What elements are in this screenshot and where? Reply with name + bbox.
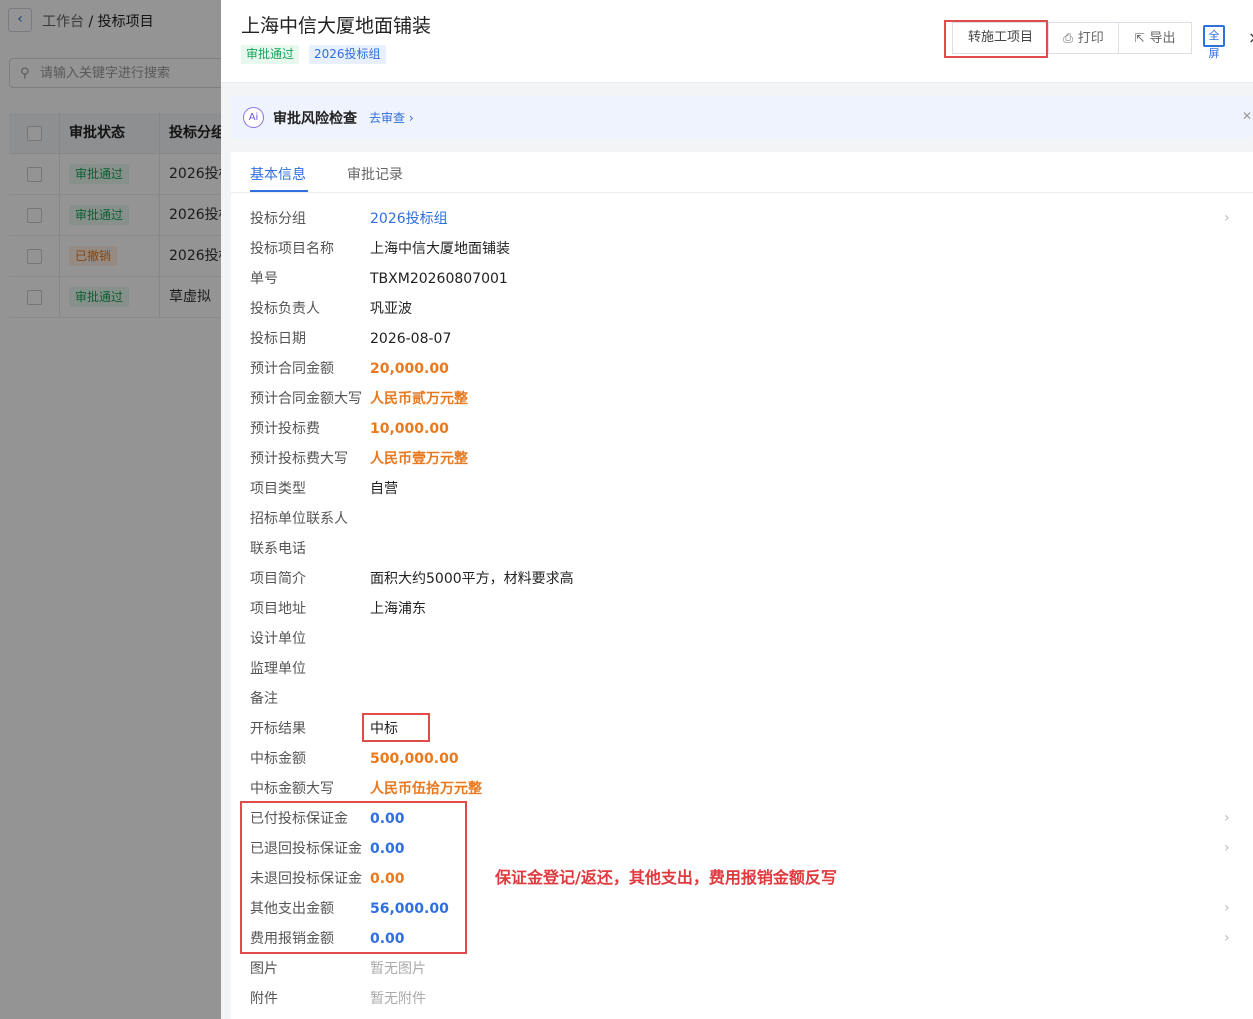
page-title: 上海中信大厦地面铺装 — [241, 15, 432, 37]
fullscreen-label: 全屏 — [1208, 29, 1220, 60]
field-row: 附件 暂无附件 — [250, 984, 1240, 1014]
field-row: 图片 暂无图片 — [250, 954, 1240, 984]
field-value: 20,000.00 — [370, 361, 449, 377]
field-row: 投标项目名称 上海中信大厦地面铺装 — [250, 234, 1240, 264]
highlight-box-convert — [944, 20, 1048, 58]
close-icon[interactable]: ✕ — [1242, 109, 1252, 123]
field-value: 人民币壹万元整 — [370, 451, 468, 467]
detail-drawer: 上海中信大厦地面铺装 审批通过 2026投标组 转施工项目 ⎙ 打印 ⇱ 导出 全屏… — [221, 0, 1253, 1019]
field-value: 巩亚波 — [370, 301, 412, 317]
field-label: 预计合同金额 — [250, 361, 334, 377]
field-row: 项目类型 自营 — [250, 474, 1240, 504]
annotation-text: 保证金登记/返还，其他支出，费用报销金额反写 — [495, 868, 837, 887]
chevron-right-icon: › — [1224, 900, 1230, 916]
field-label: 投标负责人 — [250, 301, 320, 317]
field-value: 10,000.00 — [370, 421, 449, 437]
field-row: 中标金额大写 人民币伍拾万元整 — [250, 774, 1240, 804]
field-label: 监理单位 — [250, 661, 306, 677]
field-row: 联系电话 — [250, 534, 1240, 564]
field-label: 项目类型 — [250, 481, 306, 497]
field-label: 投标日期 — [250, 331, 306, 347]
export-icon: ⇱ — [1134, 31, 1145, 45]
field-row: 预计投标费大写 人民币壹万元整 — [250, 444, 1240, 474]
highlight-box-deposit-group — [240, 801, 467, 954]
field-row: 项目简介 面积大约5000平方，材料要求高 — [250, 564, 1240, 594]
field-label: 预计投标费 — [250, 421, 320, 437]
field-row: 单号 TBXM20260807001 — [250, 264, 1240, 294]
field-label: 中标金额 — [250, 751, 306, 767]
print-button[interactable]: ⎙ 打印 — [1048, 22, 1119, 54]
field-label: 项目简介 — [250, 571, 306, 587]
field-label: 设计单位 — [250, 631, 306, 647]
field-label: 中标金额大写 — [250, 781, 334, 797]
tab-approval-record[interactable]: 审批记录 — [347, 164, 403, 184]
field-row: 预计合同金额大写 人民币贰万元整 — [250, 384, 1240, 414]
field-value: 暂无附件 — [370, 991, 426, 1007]
printer-icon: ⎙ — [1063, 31, 1073, 45]
field-row: 中标金额 500,000.00 — [250, 744, 1240, 774]
field-label: 附件 — [250, 991, 278, 1007]
chevron-right-icon: › — [1224, 930, 1230, 946]
group-badge: 2026投标组 — [309, 45, 386, 64]
field-label: 图片 — [250, 961, 278, 977]
tab-bar: 基本信息 审批记录 — [231, 152, 1253, 193]
field-row: 预计合同金额 20,000.00 — [250, 354, 1240, 384]
ai-risk-title: 审批风险检查 — [273, 111, 357, 127]
field-row: 备注 — [250, 684, 1240, 714]
field-label: 预计投标费大写 — [250, 451, 348, 467]
field-row: 设计单位 — [250, 624, 1240, 654]
field-value: TBXM20260807001 — [370, 271, 508, 287]
field-row: 投标日期 2026-08-07 — [250, 324, 1240, 354]
field-value: 人民币贰万元整 — [370, 391, 468, 407]
field-label: 单号 — [250, 271, 278, 287]
chevron-right-icon: › — [1224, 210, 1230, 226]
field-value: 面积大约5000平方，材料要求高 — [370, 571, 574, 587]
close-icon[interactable]: × — [1248, 28, 1253, 47]
field-value: 暂无图片 — [370, 961, 426, 977]
status-badge: 审批通过 — [241, 45, 300, 64]
field-value: 500,000.00 — [370, 751, 459, 767]
field-label: 项目地址 — [250, 601, 306, 617]
go-review-link[interactable]: 去审查 › — [369, 109, 414, 126]
field-value: 2026投标组 — [370, 211, 448, 227]
field-row[interactable]: 投标分组 2026投标组 › — [250, 204, 1240, 234]
ai-risk-check-bar: Ai 审批风险检查 去审查 › ✕ — [231, 96, 1253, 139]
field-label: 联系电话 — [250, 541, 306, 557]
field-value: 2026-08-07 — [370, 331, 452, 347]
print-button-label: 打印 — [1077, 31, 1104, 46]
field-row: 监理单位 — [250, 654, 1240, 684]
field-row: 预计投标费 10,000.00 — [250, 414, 1240, 444]
field-label: 预计合同金额大写 — [250, 391, 362, 407]
active-tab-indicator — [250, 190, 308, 192]
field-value: 自营 — [370, 481, 398, 497]
field-label: 投标项目名称 — [250, 241, 334, 257]
highlight-box-bid-result — [362, 713, 430, 742]
drawer-header: 上海中信大厦地面铺装 审批通过 2026投标组 转施工项目 ⎙ 打印 ⇱ 导出 全屏… — [221, 0, 1253, 83]
chevron-right-icon: › — [1224, 840, 1230, 856]
export-button-label: 导出 — [1149, 31, 1176, 46]
tab-basic-info[interactable]: 基本信息 — [250, 164, 306, 184]
field-value: 上海浦东 — [370, 601, 426, 617]
field-row: 投标负责人 巩亚波 — [250, 294, 1240, 324]
field-label: 备注 — [250, 691, 278, 707]
background-page: ‹ 工作台 / 投标项目 ⚲ 请输入关键字进行搜索 审批状态 投标分组 审批通过… — [0, 0, 221, 1019]
field-label: 开标结果 — [250, 721, 306, 737]
export-button[interactable]: ⇱ 导出 — [1118, 22, 1192, 54]
field-label: 投标分组 — [250, 211, 306, 227]
field-row: 项目地址 上海浦东 — [250, 594, 1240, 624]
chevron-right-icon: › — [408, 111, 414, 125]
modal-overlay[interactable] — [0, 0, 221, 1019]
field-value: 上海中信大厦地面铺装 — [370, 241, 510, 257]
fullscreen-button[interactable]: 全屏 — [1203, 25, 1225, 60]
field-label: 招标单位联系人 — [250, 511, 348, 527]
field-row: 招标单位联系人 — [250, 504, 1240, 534]
field-value: 人民币伍拾万元整 — [370, 781, 482, 797]
chevron-right-icon: › — [1224, 810, 1230, 826]
ai-icon: Ai — [243, 107, 264, 128]
